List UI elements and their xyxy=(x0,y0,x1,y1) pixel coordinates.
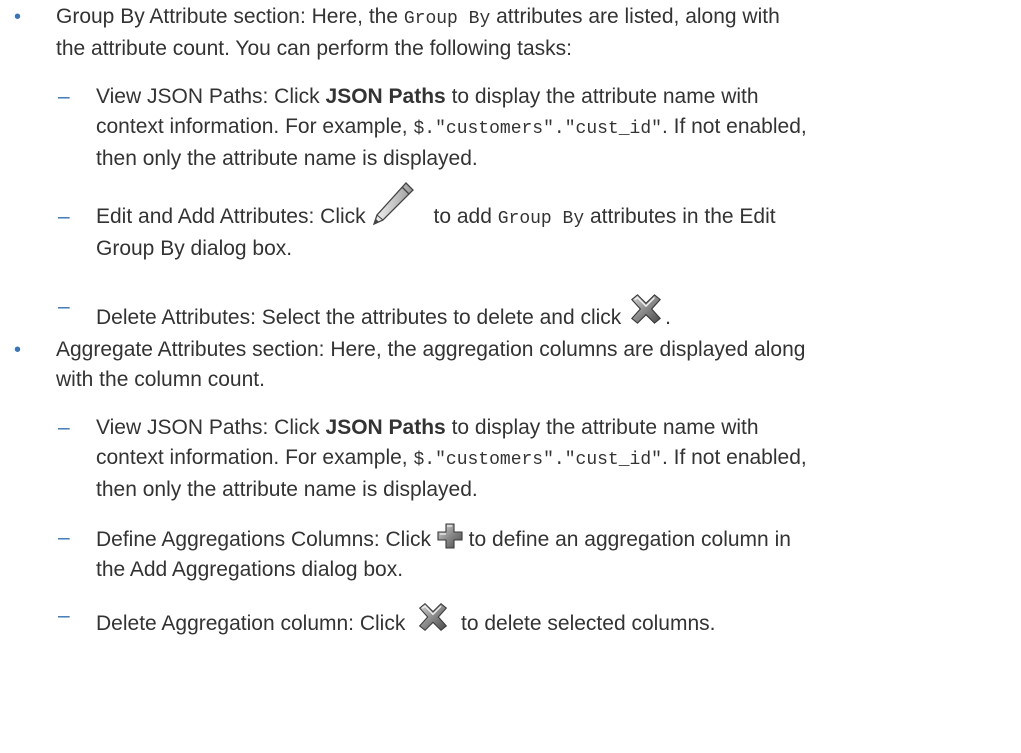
group-by-code: Group By xyxy=(497,209,585,229)
edit-add-mid: to add xyxy=(433,205,498,228)
define-columns-lead: Define Aggregations Columns: Click xyxy=(96,528,437,551)
document-body: • Group By Attribute section: Here, the … xyxy=(0,0,1021,753)
dash-marker: – xyxy=(58,295,70,318)
view-json-lead: View JSON Paths: Click xyxy=(96,85,326,108)
group-by-intro-line2: the attribute count. You can perform the… xyxy=(56,37,572,60)
view-json-line2: context information. For example, xyxy=(96,115,414,138)
json-path-example-code: $."customers"."cust_id" xyxy=(413,450,662,470)
view-json-lead: View JSON Paths: Click xyxy=(96,416,326,439)
dash-marker: – xyxy=(58,526,70,549)
dash-marker: – xyxy=(58,416,70,439)
view-json-line2: context information. For example, xyxy=(96,446,414,469)
view-json-line3: then only the attribute name is displaye… xyxy=(96,478,478,501)
json-paths-label: JSON Paths xyxy=(325,85,446,108)
bullet-marker: • xyxy=(14,6,22,28)
add-plus-icon xyxy=(437,523,463,549)
edit-add-lead: Edit and Add Attributes: Click xyxy=(96,205,372,228)
edit-add-line2: Group By dialog box. xyxy=(96,237,293,260)
delete-attrs-tail: . xyxy=(665,306,671,329)
subitem-view-json-paths-aggregate: – View JSON Paths: Click JSON Paths to d… xyxy=(0,413,1021,505)
subitem-edit-add-attributes: – Edit and Add Attributes: Click to add … xyxy=(0,202,1021,264)
json-path-example-code: $."customers"."cust_id" xyxy=(413,119,662,139)
bullet-group-by: • Group By Attribute section: Here, the … xyxy=(0,2,1021,64)
aggregate-intro-line2: with the column count. xyxy=(56,368,265,391)
bullet-marker: • xyxy=(14,339,22,361)
subitem-view-json-paths: – View JSON Paths: Click JSON Paths to d… xyxy=(0,82,1021,174)
subitem-delete-aggregation-column: – Delete Aggregation column: Click to de… xyxy=(0,601,1021,639)
edit-add-after: attributes in the Edit xyxy=(584,205,776,228)
dash-marker: – xyxy=(58,205,70,228)
view-json-after: to display the attribute name with xyxy=(445,85,759,108)
dash-marker: – xyxy=(58,85,70,108)
view-json-after: to display the attribute name with xyxy=(445,416,759,439)
aggregate-intro-line1: Aggregate Attributes section: Here, the … xyxy=(56,338,806,361)
group-by-intro-text: Group By Attribute section: Here, the xyxy=(56,5,404,28)
delete-column-after: to delete selected columns. xyxy=(455,612,716,635)
view-json-line2-after: . If not enabled, xyxy=(661,115,807,138)
subitem-delete-attributes: – Delete Attributes: Select the attribut… xyxy=(0,292,1021,333)
bullet-aggregate: • Aggregate Attributes section: Here, th… xyxy=(0,335,1021,395)
group-by-intro-text-2: attributes are listed, along with xyxy=(490,5,780,28)
group-by-code: Group By xyxy=(403,9,491,29)
view-json-line2-after: . If not enabled, xyxy=(661,446,807,469)
subitem-define-aggregation-columns: – Define Aggregations Columns: Click to … xyxy=(0,523,1021,585)
dash-marker: – xyxy=(58,604,70,627)
define-columns-line2: the Add Aggregations dialog box. xyxy=(96,558,404,581)
delete-attrs-lead: Delete Attributes: Select the attributes… xyxy=(96,306,628,329)
delete-column-lead: Delete Aggregation column: Click xyxy=(96,612,412,635)
delete-x-icon xyxy=(415,601,451,633)
pencil-icon xyxy=(371,181,415,227)
json-paths-label: JSON Paths xyxy=(325,416,446,439)
view-json-line3: then only the attribute name is displaye… xyxy=(96,147,478,170)
define-columns-after: to define an aggregation column in xyxy=(462,528,791,551)
delete-x-icon xyxy=(627,292,665,326)
